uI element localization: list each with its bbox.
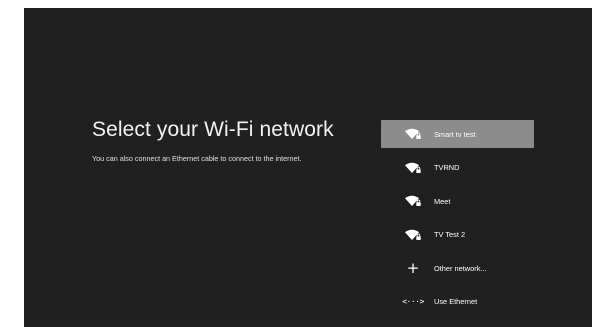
network-item-tv-test-2[interactable]: TV Test 2 <box>381 221 534 249</box>
network-label: Meet <box>434 196 451 206</box>
use-ethernet-button[interactable]: <···> Use Ethernet <box>381 288 534 316</box>
header-section: Select your Wi-Fi network You can also c… <box>92 118 392 163</box>
wifi-locked-icon <box>402 228 424 242</box>
other-network-label: Other network... <box>434 263 487 273</box>
network-item-smart-tv-test[interactable]: Smart tv test <box>381 120 534 148</box>
wifi-locked-icon <box>402 127 424 141</box>
network-item-meet[interactable]: Meet <box>381 187 534 215</box>
network-label: TV Test 2 <box>434 230 466 240</box>
page-subtitle: You can also connect an Ethernet cable t… <box>92 154 302 163</box>
network-label: Smart tv test <box>434 129 476 139</box>
plus-icon: + <box>406 258 420 277</box>
page-title: Select your Wi-Fi network <box>92 118 334 141</box>
ethernet-icon: <···> <box>402 297 424 307</box>
wifi-locked-icon <box>402 161 424 175</box>
use-ethernet-label: Use Ethernet <box>434 297 478 307</box>
wifi-locked-icon <box>402 194 424 208</box>
network-list: Smart tv test TVRND Meet TV Test 2 + Oth… <box>381 120 534 322</box>
network-label: TVRND <box>434 163 460 173</box>
tv-screen: Select your Wi-Fi network You can also c… <box>24 8 592 327</box>
network-item-tvrnd[interactable]: TVRND <box>381 154 534 182</box>
other-network-button[interactable]: + Other network... <box>381 254 534 282</box>
